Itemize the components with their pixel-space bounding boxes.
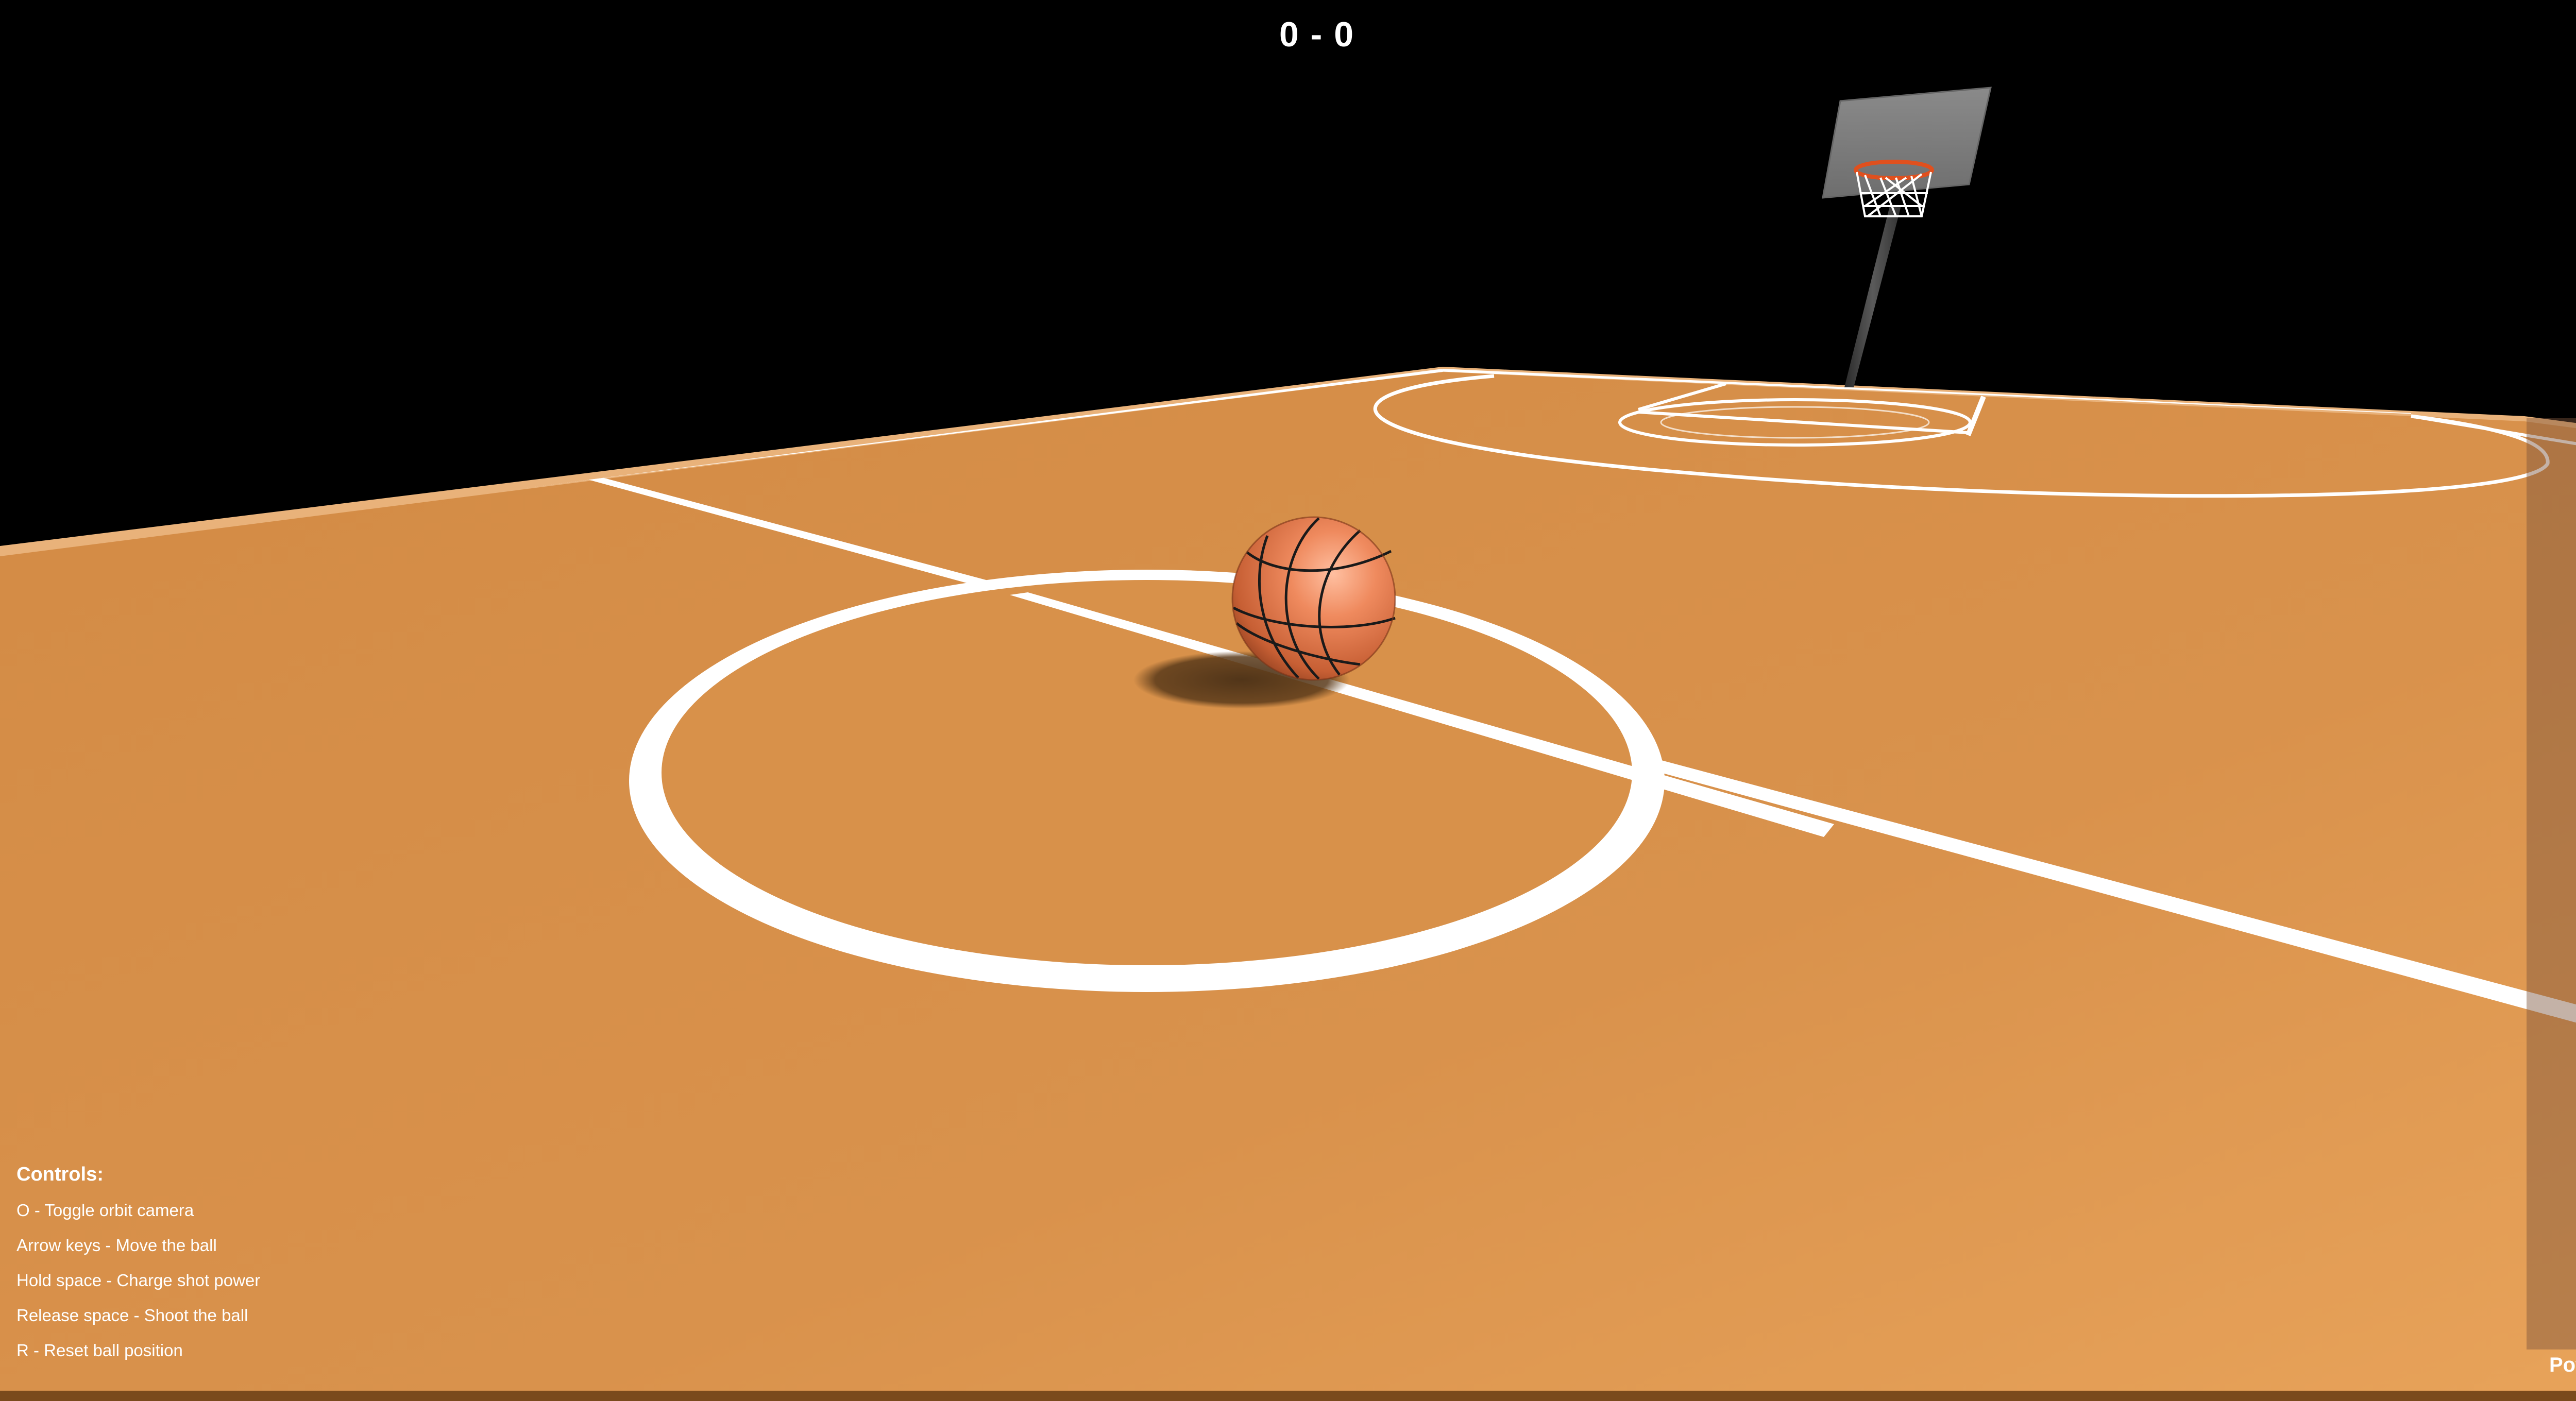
court-scene [0, 87, 2576, 1401]
hoop-pole [1844, 206, 1901, 387]
power-meter [2527, 418, 2576, 1349]
power-label: Power [2549, 1354, 2576, 1376]
control-instruction: Release space - Shoot the ball [16, 1306, 248, 1325]
control-instruction: R - Reset ball position [16, 1341, 183, 1360]
hoop-backboard [1822, 87, 1992, 199]
bottom-edge-bar [0, 1391, 2576, 1401]
game-viewport[interactable]: 0 - 0 Controls: O - Toggle orbit camera … [0, 0, 2576, 1401]
control-instruction: O - Toggle orbit camera [16, 1201, 194, 1220]
controls-panel: Controls: O - Toggle orbit camera Arrow … [16, 1159, 260, 1368]
control-instruction: Hold space - Charge shot power [16, 1271, 261, 1290]
controls-heading: Controls: [16, 1164, 104, 1185]
basketball [1231, 516, 1396, 681]
control-instruction: Arrow keys - Move the ball [16, 1236, 217, 1255]
score-display: 0 - 0 [1279, 15, 1355, 54]
